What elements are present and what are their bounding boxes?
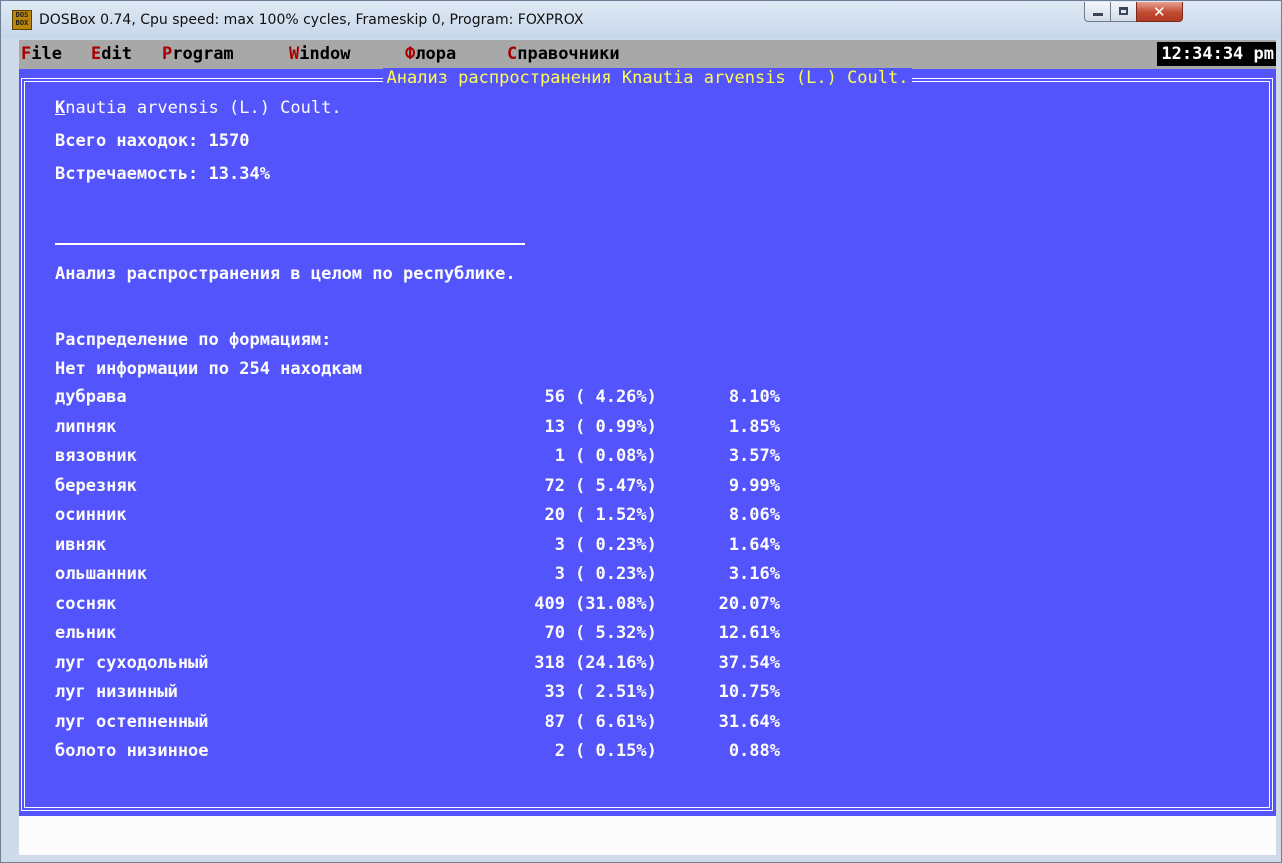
total-finds: Всего находок: 1570 bbox=[55, 131, 250, 151]
window-left-edge bbox=[2, 40, 19, 855]
maximize-button[interactable] bbox=[1110, 2, 1137, 22]
find-count: 72 bbox=[544, 476, 565, 496]
find-percent: ( 1.52%) bbox=[575, 505, 657, 525]
minimize-icon bbox=[1093, 13, 1103, 16]
find-count: 3 bbox=[554, 564, 565, 584]
find-count: 1 bbox=[554, 446, 565, 466]
dosbox-app-icon[interactable]: DOS BOX bbox=[12, 10, 32, 30]
find-percent: (31.08%) bbox=[575, 594, 657, 614]
find-percent: ( 4.26%) bbox=[575, 387, 657, 407]
find-count: 3 bbox=[554, 535, 565, 555]
minimize-button[interactable] bbox=[1084, 2, 1111, 22]
menu-window[interactable]: Window bbox=[289, 43, 350, 65]
formation-name: болото низинное bbox=[55, 741, 209, 761]
menu-references[interactable]: Справочники bbox=[507, 43, 620, 65]
formation-name: луг остепненный bbox=[55, 712, 209, 732]
formation-name: осинник bbox=[55, 505, 127, 525]
find-count: 70 bbox=[544, 623, 565, 643]
menu-bar: File Edit Program Window Флора Справочни… bbox=[19, 40, 1276, 69]
relative-frequency: 31.64% bbox=[718, 712, 780, 732]
close-icon: ✕ bbox=[1153, 3, 1166, 21]
window-title: DOSBox 0.74, Cpu speed: max 100% cycles,… bbox=[39, 12, 584, 28]
find-count: 13 bbox=[544, 417, 565, 437]
menu-references-label: правочники bbox=[517, 44, 620, 64]
relative-frequency: 1.64% bbox=[728, 535, 780, 555]
species-name: Knautia arvensis (L.) Coult. bbox=[55, 97, 342, 119]
relative-frequency: 3.57% bbox=[728, 446, 780, 466]
formation-name: березняк bbox=[55, 476, 137, 496]
species-name-rest: nautia arvensis (L.) Coult. bbox=[65, 98, 342, 118]
find-count: 409 bbox=[534, 594, 565, 614]
menu-program[interactable]: Program bbox=[162, 43, 234, 65]
menu-flora-hotkey: Ф bbox=[405, 44, 416, 64]
find-count: 318 bbox=[534, 653, 565, 673]
app-icon-label-top: DOS bbox=[15, 11, 29, 19]
find-count: 20 bbox=[544, 505, 565, 525]
relative-frequency: 1.85% bbox=[728, 417, 780, 437]
find-count: 56 bbox=[544, 387, 565, 407]
formation-name: луг суходольный bbox=[55, 653, 209, 673]
formation-name: дубрава bbox=[55, 387, 127, 407]
formation-name: липняк bbox=[55, 417, 117, 437]
find-percent: ( 6.61%) bbox=[575, 712, 657, 732]
frequency: Встречаемость: 13.34% bbox=[55, 164, 270, 184]
relative-frequency: 20.07% bbox=[718, 594, 780, 614]
dosbox-window: DOS BOX DOSBox 0.74, Cpu speed: max 100%… bbox=[0, 0, 1282, 863]
menu-file[interactable]: File bbox=[21, 43, 62, 65]
dos-screen[interactable]: File Edit Program Window Флора Справочни… bbox=[19, 40, 1276, 855]
find-percent: (24.16%) bbox=[575, 653, 657, 673]
no-info-line: Нет информации по 254 находкам bbox=[55, 359, 363, 379]
menu-flora[interactable]: Флора bbox=[405, 43, 456, 65]
analysis-window-title: Анализ распространения Knautia arvensis … bbox=[382, 68, 913, 88]
relative-frequency: 9.99% bbox=[728, 476, 780, 496]
formation-name: ольшанник bbox=[55, 564, 148, 584]
find-percent: ( 2.51%) bbox=[575, 682, 657, 702]
menu-window-hotkey: W bbox=[289, 44, 300, 64]
menu-references-hotkey: С bbox=[507, 44, 518, 64]
find-percent: ( 0.23%) bbox=[575, 564, 657, 584]
find-count: 2 bbox=[554, 741, 565, 761]
menu-edit[interactable]: Edit bbox=[91, 43, 132, 65]
formation-name: ивняк bbox=[55, 535, 107, 555]
find-percent: ( 0.08%) bbox=[575, 446, 657, 466]
menu-flora-label: лора bbox=[415, 44, 457, 64]
relative-frequency: 8.10% bbox=[728, 387, 780, 407]
formation-name: вязовник bbox=[55, 446, 137, 466]
relative-frequency: 3.16% bbox=[728, 564, 780, 584]
relative-frequency: 12.61% bbox=[718, 623, 780, 643]
relative-frequency: 0.88% bbox=[728, 741, 780, 761]
analysis-heading: Анализ распространения в целом по респуб… bbox=[55, 264, 516, 284]
maximize-icon bbox=[1119, 7, 1128, 15]
menu-file-hotkey: F bbox=[21, 44, 32, 64]
menu-edit-hotkey: E bbox=[91, 44, 102, 64]
relative-frequency: 8.06% bbox=[728, 505, 780, 525]
menu-edit-label: dit bbox=[101, 44, 132, 64]
formation-name: сосняк bbox=[55, 594, 117, 614]
find-count: 87 bbox=[544, 712, 565, 732]
find-percent: ( 0.23%) bbox=[575, 535, 657, 555]
find-count: 33 bbox=[544, 682, 565, 702]
app-icon-label-bottom: BOX bbox=[15, 19, 29, 27]
relative-frequency: 37.54% bbox=[718, 653, 780, 673]
close-button[interactable]: ✕ bbox=[1136, 2, 1183, 22]
title-bar[interactable]: DOS BOX DOSBox 0.74, Cpu speed: max 100%… bbox=[1, 1, 1281, 39]
formation-name: луг низинный bbox=[55, 682, 178, 702]
menu-program-label: rogram bbox=[172, 44, 234, 64]
distribution-heading: Распределение по формациям: bbox=[55, 330, 332, 350]
menu-file-label: ile bbox=[31, 44, 62, 64]
find-percent: ( 5.47%) bbox=[575, 476, 657, 496]
analysis-window-title-row: Анализ распространения Knautia arvensis … bbox=[19, 67, 1276, 89]
formation-name: ельник bbox=[55, 623, 117, 643]
separator-line bbox=[55, 243, 525, 245]
relative-frequency: 10.75% bbox=[718, 682, 780, 702]
species-name-hotkey: K bbox=[55, 98, 66, 118]
find-percent: ( 5.32%) bbox=[575, 623, 657, 643]
menu-program-hotkey: P bbox=[162, 44, 173, 64]
status-line bbox=[19, 816, 1276, 855]
find-percent: ( 0.99%) bbox=[575, 417, 657, 437]
clock: 12:34:34 pm bbox=[1157, 42, 1276, 66]
find-percent: ( 0.15%) bbox=[575, 741, 657, 761]
menu-window-label: indow bbox=[299, 44, 351, 64]
